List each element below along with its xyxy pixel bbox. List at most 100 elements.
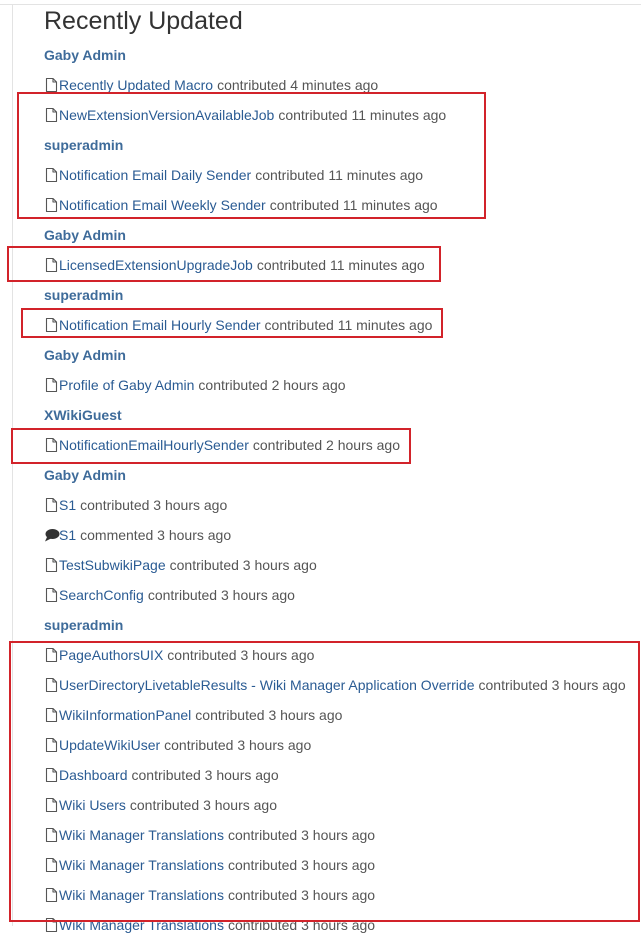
feed-entry: Dashboard contributed 3 hours ago	[44, 760, 641, 790]
feed-entry: LicensedExtensionUpgradeJob contributed 1…	[44, 250, 641, 280]
feed-entry: Wiki Manager Translations contributed 3 h…	[44, 850, 641, 880]
activity-time: 11 minutes ago	[351, 107, 447, 123]
page-link[interactable]: Dashboard	[59, 767, 128, 783]
activity-time: 3 hours ago	[240, 647, 315, 663]
activity-action: contributed	[227, 887, 298, 903]
activity-action: contributed	[227, 857, 298, 873]
activity-action: contributed	[227, 827, 298, 843]
activity-time: 3 hours ago	[153, 497, 228, 513]
activity-time: 11 minutes ago	[329, 257, 425, 273]
user-link[interactable]: Gaby Admin	[44, 347, 126, 363]
activity-action: contributed	[169, 557, 239, 573]
feed-entry: Notification Email Weekly Sender contribu…	[44, 190, 641, 220]
activity-meta: contributed 3 hours ago	[195, 707, 342, 723]
page-link[interactable]: Profile of Gaby Admin	[59, 377, 194, 393]
page-link[interactable]: UserDirectoryLivetableResults - Wiki Man…	[59, 677, 475, 693]
activity-feed: Gaby Admin Recently Updated Macro contribu…	[44, 40, 641, 940]
page-title: Recently Updated	[44, 7, 243, 35]
page-link[interactable]: TestSubwikiPage	[59, 557, 166, 573]
page-link[interactable]: S1	[59, 497, 76, 513]
document-icon	[44, 677, 59, 693]
page-link[interactable]: S1	[59, 527, 76, 543]
user-link[interactable]: Gaby Admin	[44, 227, 126, 243]
feed-user-heading: Gaby Admin	[44, 220, 641, 250]
activity-time: 11 minutes ago	[342, 197, 438, 213]
activity-meta: commented 3 hours ago	[80, 527, 231, 543]
activity-meta: contributed 11 minutes ago	[255, 167, 423, 183]
activity-action: contributed	[164, 737, 234, 753]
document-icon	[44, 437, 59, 453]
activity-time: 3 hours ago	[237, 737, 312, 753]
document-icon	[44, 167, 59, 183]
activity-meta: contributed 2 hours ago	[253, 437, 400, 453]
feed-entry: Wiki Manager Translations contributed 3 h…	[44, 880, 641, 910]
activity-meta: contributed 2 hours ago	[198, 377, 345, 393]
user-link[interactable]: Gaby Admin	[44, 467, 126, 483]
activity-action: contributed	[278, 107, 348, 123]
user-link[interactable]: XWikiGuest	[44, 407, 122, 423]
activity-action: contributed	[264, 317, 334, 333]
feed-entry: Wiki Users contributed 3 hours ago	[44, 790, 641, 820]
user-link[interactable]: Gaby Admin	[44, 47, 126, 63]
page-link[interactable]: SearchConfig	[59, 587, 144, 603]
activity-time: 3 hours ago	[221, 587, 295, 603]
user-link[interactable]: superadmin	[44, 137, 123, 153]
page-link[interactable]: NewExtensionVersionAvailableJob	[59, 107, 274, 123]
activity-meta: contributed 3 hours ago	[228, 857, 375, 873]
activity-meta: contributed 3 hours ago	[228, 887, 375, 903]
user-link[interactable]: superadmin	[44, 617, 123, 633]
feed-entry: NewExtensionVersionAvailableJob contribut…	[44, 100, 641, 130]
feed-user-heading: Gaby Admin	[44, 40, 641, 70]
page-link[interactable]: NotificationEmailHourlySender	[59, 437, 249, 453]
page-link[interactable]: Recently Updated Macro	[59, 77, 213, 93]
activity-time: 3 hours ago	[301, 917, 376, 933]
feed-entry: TestSubwikiPage contributed 3 hours ago	[44, 550, 641, 580]
activity-action: contributed	[217, 77, 287, 93]
feed-user-heading: Gaby Admin	[44, 460, 641, 490]
page-link[interactable]: Wiki Manager Translations	[59, 857, 224, 873]
page-link[interactable]: Notification Email Hourly Sender	[59, 317, 261, 333]
page-link[interactable]: Notification Email Weekly Sender	[59, 197, 266, 213]
document-icon	[44, 797, 59, 813]
page-link[interactable]: Wiki Users	[59, 797, 126, 813]
activity-action: contributed	[269, 197, 339, 213]
document-icon	[44, 647, 59, 663]
page-link[interactable]: Wiki Manager Translations	[59, 887, 224, 903]
activity-time: 3 hours ago	[301, 857, 376, 873]
activity-time: 3 hours ago	[204, 767, 279, 783]
page-link[interactable]: Wiki Manager Translations	[59, 827, 224, 843]
activity-action: commented	[80, 527, 154, 543]
activity-time: 3 hours ago	[301, 887, 376, 903]
page-link[interactable]: LicensedExtensionUpgradeJob	[59, 257, 253, 273]
document-icon	[44, 587, 59, 603]
page-link[interactable]: PageAuthorsUIX	[59, 647, 163, 663]
activity-time: 2 hours ago	[271, 377, 346, 393]
feed-entry: WikiInformationPanel contributed 3 hours …	[44, 700, 641, 730]
activity-time: 3 hours ago	[268, 707, 343, 723]
activity-time: 2 hours ago	[326, 437, 400, 453]
page-link[interactable]: UpdateWikiUser	[59, 737, 160, 753]
page-link[interactable]: WikiInformationPanel	[59, 707, 191, 723]
document-icon	[44, 197, 59, 213]
document-icon	[44, 737, 59, 753]
page-link[interactable]: Notification Email Daily Sender	[59, 167, 251, 183]
activity-meta: contributed 11 minutes ago	[257, 257, 425, 273]
activity-meta: contributed 11 minutes ago	[270, 197, 438, 213]
document-icon	[44, 917, 59, 933]
page-link[interactable]: Wiki Manager Translations	[59, 917, 224, 933]
activity-action: contributed	[227, 917, 298, 933]
document-icon	[44, 857, 59, 873]
feed-entry: Notification Email Daily Sender contribut…	[44, 160, 641, 190]
feed-user-heading: superadmin	[44, 130, 641, 160]
document-icon	[44, 257, 59, 273]
activity-time: 4 minutes ago	[290, 77, 379, 93]
activity-action: contributed	[129, 797, 200, 813]
user-link[interactable]: superadmin	[44, 287, 123, 303]
feed-entry: Profile of Gaby Admin contributed 2 hours…	[44, 370, 641, 400]
feed-entry: Recently Updated Macro contributed 4 minu…	[44, 70, 641, 100]
activity-action: contributed	[80, 497, 150, 513]
document-icon	[44, 557, 59, 573]
feed-entry: NotificationEmailHourlySender contributed…	[44, 430, 641, 460]
activity-action: contributed	[255, 167, 325, 183]
feed-user-heading: Gaby Admin	[44, 340, 641, 370]
